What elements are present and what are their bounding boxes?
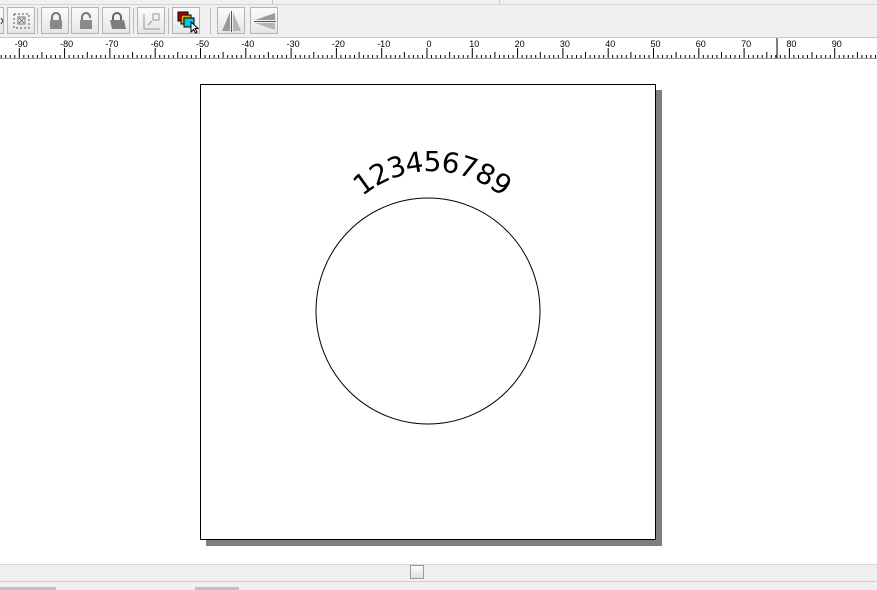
arc-text[interactable]: 123456789 xyxy=(347,145,518,202)
design-objects: 123456789 xyxy=(315,145,541,425)
circle-shape[interactable] xyxy=(315,197,541,425)
arc-text-content: 123456789 xyxy=(347,145,518,202)
scrollbar-thumb[interactable] xyxy=(410,565,424,579)
horizontal-scrollbar[interactable] xyxy=(0,564,877,582)
